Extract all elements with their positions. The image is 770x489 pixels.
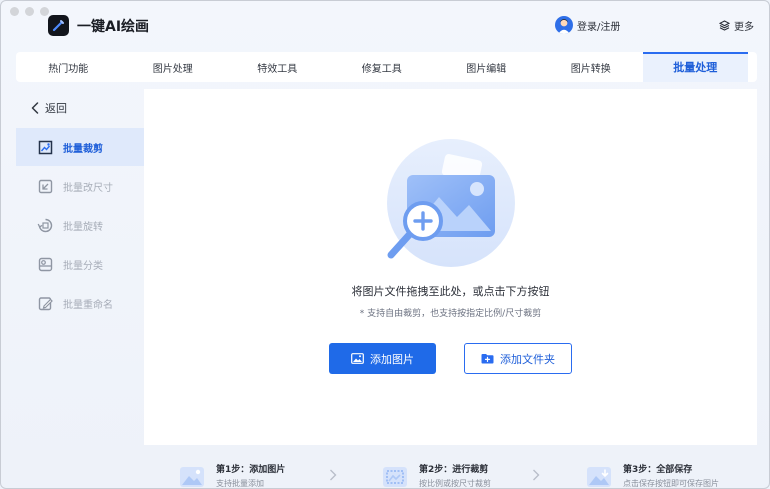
- image-icon: [351, 353, 364, 364]
- sidebar-item-label: 批量分类: [63, 261, 103, 272]
- add-image-illustration-icon: [387, 139, 515, 267]
- sidebar-item-label: 批量裁剪: [63, 144, 103, 155]
- step-title: 第2步：进行裁剪: [419, 465, 489, 475]
- sidebar-item-batch-rotate[interactable]: 批量旋转: [16, 206, 144, 244]
- app-logo-icon: [48, 15, 69, 36]
- chevron-left-icon: [31, 102, 39, 114]
- add-image-button[interactable]: 添加图片: [329, 343, 436, 374]
- step-crop: 第2步：进行裁剪 按比例或按尺寸裁剪: [381, 457, 531, 488]
- tab-image-editing[interactable]: 图片编辑: [434, 52, 539, 82]
- add-folder-button[interactable]: 添加文件夹: [464, 343, 572, 374]
- step-save-icon: [587, 467, 611, 487]
- more-button[interactable]: 更多: [719, 18, 754, 33]
- step-crop-icon: [383, 467, 407, 487]
- crop-icon: [38, 140, 53, 155]
- layers-icon: [719, 20, 730, 31]
- rename-icon: [38, 297, 53, 311]
- tab-effects-tools[interactable]: 特效工具: [225, 52, 330, 82]
- step-add-image-icon: [180, 467, 204, 487]
- add-image-label: 添加图片: [370, 352, 414, 366]
- step-description: 点击保存按钮即可保存图片: [623, 479, 719, 488]
- sidebar-item-label: 批量旋转: [63, 222, 103, 233]
- chevron-right-icon: [533, 469, 540, 481]
- rotate-icon: [37, 218, 53, 233]
- avatar-icon: [555, 16, 573, 34]
- tab-batch-processing[interactable]: 批量处理: [643, 52, 748, 82]
- step-add-images: 第1步：添加图片 支持批量添加: [178, 457, 328, 488]
- back-label: 返回: [45, 102, 67, 115]
- back-button[interactable]: 返回: [31, 100, 67, 116]
- tab-image-processing[interactable]: 图片处理: [121, 52, 226, 82]
- step-description: 按比例或按尺寸裁剪: [419, 479, 491, 488]
- drop-instruction: 将图片文件拖拽至此处，或点击下方按钮: [351, 285, 550, 298]
- tab-hot-features[interactable]: 热门功能: [16, 52, 121, 82]
- tab-repair-tools[interactable]: 修复工具: [330, 52, 435, 82]
- sidebar-item-batch-classify[interactable]: 批量分类: [16, 245, 144, 283]
- more-label: 更多: [734, 22, 754, 33]
- step-description: 支持批量添加: [216, 479, 264, 488]
- window-controls: [10, 7, 49, 16]
- sidebar-item-label: 批量改尺寸: [63, 183, 113, 194]
- sidebar-item-batch-resize[interactable]: 批量改尺寸: [16, 167, 144, 205]
- category-tab-bar: 热门功能 图片处理 特效工具 修复工具 图片编辑 图片转换 批量处理: [16, 52, 757, 82]
- sidebar-item-batch-rename[interactable]: 批量重命名: [16, 284, 144, 322]
- tab-image-conversion[interactable]: 图片转换: [539, 52, 644, 82]
- sidebar-item-batch-crop[interactable]: 批量裁剪: [16, 128, 144, 166]
- close-window-button[interactable]: [10, 7, 19, 16]
- resize-icon: [38, 179, 53, 194]
- chevron-right-icon: [330, 469, 337, 481]
- step-save-all: 第3步：全部保存 点击保存按钮即可保存图片: [585, 457, 757, 488]
- minimize-window-button[interactable]: [25, 7, 34, 16]
- login-button[interactable]: 登录/注册: [555, 16, 620, 34]
- step-title: 第3步：全部保存: [623, 465, 693, 475]
- sidebar-item-label: 批量重命名: [63, 300, 113, 311]
- folder-add-icon: [481, 354, 494, 364]
- app-window: 一键AI绘画 登录/注册 更多 热门功能 图片处理 特效工具 修复工具 图片编辑…: [0, 0, 770, 489]
- classify-icon: [38, 257, 53, 272]
- login-label: 登录/注册: [577, 21, 621, 33]
- step-title: 第1步：添加图片: [216, 465, 286, 475]
- add-folder-label: 添加文件夹: [500, 352, 555, 366]
- crop-hint: * 支持自由裁剪，也支持按指定比例/尺寸裁剪: [359, 309, 542, 319]
- maximize-window-button[interactable]: [40, 7, 49, 16]
- app-title: 一键AI绘画: [77, 19, 150, 35]
